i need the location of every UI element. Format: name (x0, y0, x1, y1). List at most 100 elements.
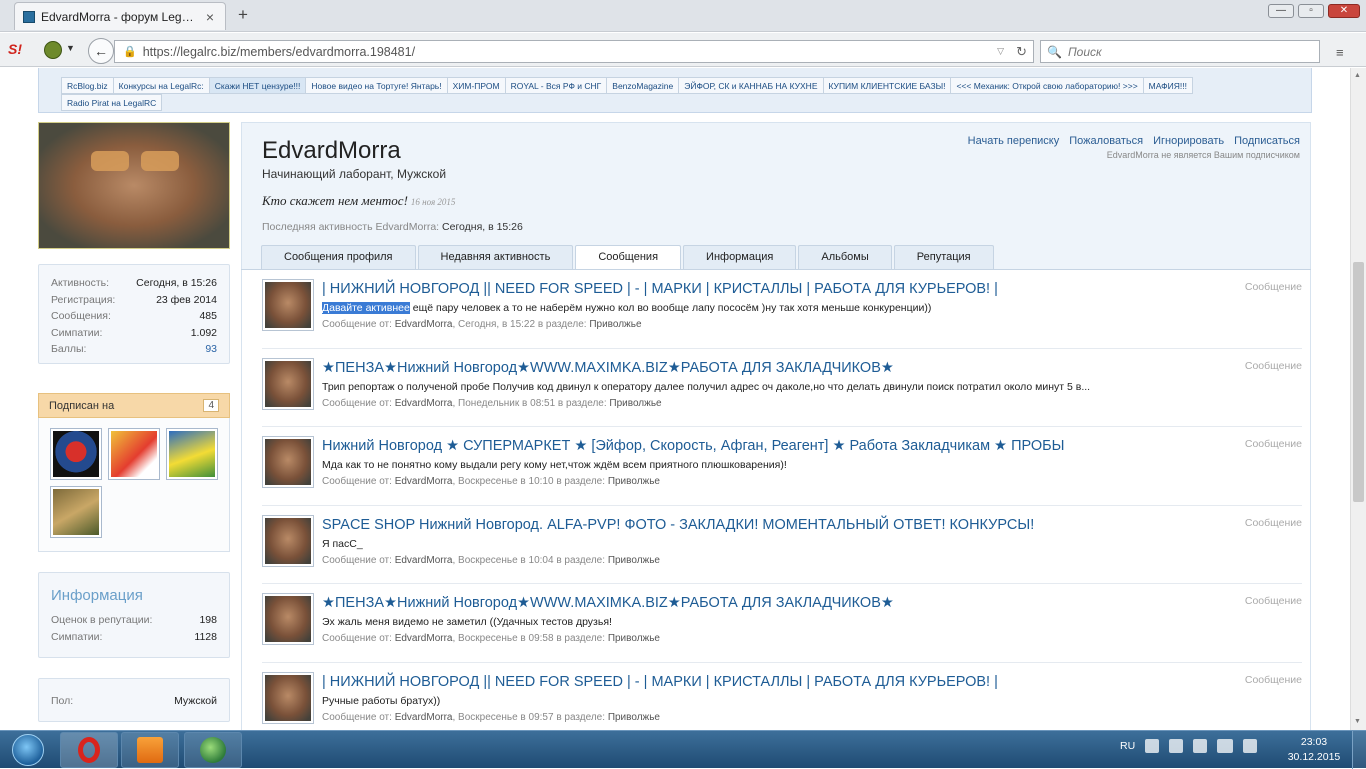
section-link[interactable]: Приволжье (609, 398, 661, 409)
result-title-link[interactable]: Нижний Новгород ★ СУПЕРМАРКЕТ ★ [Эйфор, … (322, 438, 1065, 454)
result-avatar[interactable] (262, 514, 314, 567)
partner-link[interactable]: ROYAL - Вся РФ и СНГ (504, 77, 608, 94)
result-title-link[interactable]: | НИЖНИЙ НОВГОРОД || NEED FOR SPEED | - … (322, 281, 998, 297)
network-app-taskbar-button[interactable] (184, 732, 242, 768)
subscribed-avatar[interactable] (166, 428, 218, 480)
opera-taskbar-button[interactable] (60, 732, 118, 768)
result-avatar[interactable] (262, 593, 314, 645)
profile-tab[interactable]: Репутация (893, 245, 994, 269)
partner-link[interactable]: <<< Механик: Открой свою лабораторию! >>… (950, 77, 1144, 94)
flag-icon[interactable] (1169, 739, 1184, 753)
profile-tab[interactable]: Недавняя активность (417, 245, 574, 269)
profile-avatar[interactable] (38, 122, 230, 249)
result-avatar[interactable] (262, 279, 314, 331)
result-avatar[interactable] (262, 671, 314, 724)
profile-tab[interactable]: Альбомы (798, 245, 892, 269)
partner-link[interactable]: Скажи НЕТ цензуре!!! (208, 77, 307, 94)
new-tab-button[interactable]: + (234, 5, 252, 25)
meta-time: , Сегодня, в 15:22 в разделе: (452, 319, 587, 330)
result-title-link[interactable]: ★ПЕНЗА★Нижний Новгород★WWW.MAXIMKA.BIZ★Р… (322, 360, 894, 376)
address-bar[interactable]: 🔒 https://legalrc.biz/members/edvardmorr… (114, 40, 1034, 63)
partner-link[interactable]: RcBlog.biz (61, 77, 114, 94)
close-window-button[interactable]: ✕ (1328, 4, 1360, 18)
partner-link[interactable]: Конкурсы на LegalRc: (112, 77, 210, 94)
url-text[interactable]: https://legalrc.biz/members/edvardmorra.… (143, 45, 991, 59)
close-tab-icon[interactable]: × (203, 9, 217, 25)
gender-value: Мужской (174, 695, 217, 707)
meta-label: Сообщение от: (322, 397, 392, 409)
chevron-down-icon[interactable]: ▼ (66, 43, 75, 53)
scrollbar-thumb[interactable] (1353, 262, 1364, 502)
info-box: Информация Оценок в репутации: 198 Симпати… (38, 572, 230, 658)
result-avatar[interactable] (262, 357, 314, 410)
section-link[interactable]: Приволжье (608, 633, 660, 644)
partner-link[interactable]: BenzoMagazine (606, 77, 680, 94)
result-avatar[interactable] (262, 436, 314, 488)
section-link[interactable]: Приволжье (608, 476, 660, 487)
result-title-link[interactable]: SPACE SHOP Нижний Новгород. ALFA-PVP! ФО… (322, 517, 1034, 533)
message-result: SPACE SHOP Нижний Новгород. ALFA-PVP! ФО… (262, 506, 1302, 584)
menu-icon[interactable]: ≡ (1336, 45, 1344, 60)
snippet-text: Трип репортаж о полученой пробе Получив … (322, 380, 1091, 393)
partner-link[interactable]: Radio Pirat на LegalRC (61, 94, 163, 111)
start-button[interactable] (4, 732, 52, 768)
profile-action-link[interactable]: Подписаться (1234, 135, 1300, 147)
clock[interactable]: 23:03 30.12.2015 (1284, 735, 1344, 765)
author-link[interactable]: EdvardMorra (395, 712, 453, 723)
author-link[interactable]: EdvardMorra (395, 633, 453, 644)
result-type: Сообщение (1244, 673, 1302, 686)
device-icon[interactable] (1193, 739, 1208, 753)
stat-value[interactable]: 93 (205, 341, 217, 358)
profile-action-link[interactable]: Начать переписку (968, 135, 1060, 147)
signal-icon[interactable] (1217, 739, 1234, 753)
author-link[interactable]: EdvardMorra (395, 476, 453, 487)
profile-tab[interactable]: Информация (683, 245, 797, 269)
browser-tab[interactable]: EdvardMorra - форум Leg… × (14, 2, 226, 30)
avatar-image (265, 674, 311, 721)
section-link[interactable]: Приволжье (589, 319, 641, 330)
vk-icon[interactable] (1145, 739, 1160, 753)
section-link[interactable]: Приволжье (608, 712, 660, 723)
profile-tab[interactable]: Сообщения профиля (261, 245, 416, 269)
result-meta: Сообщение от: EdvardMorra, Воскресенье в… (322, 555, 660, 566)
reload-icon[interactable]: ↻ (1016, 44, 1027, 60)
result-meta: Сообщение от: EdvardMorra, Воскресенье в… (322, 633, 660, 644)
minimize-button[interactable]: — (1268, 4, 1294, 18)
globe-icon (200, 737, 226, 763)
maximize-button[interactable]: ▫ (1298, 4, 1324, 18)
result-title-link[interactable]: | НИЖНИЙ НОВГОРОД || NEED FOR SPEED | - … (322, 674, 998, 690)
scroll-up-icon[interactable]: ▲ (1354, 72, 1361, 79)
volume-icon[interactable] (1243, 739, 1258, 753)
subscribed-avatar[interactable] (108, 428, 160, 480)
scroll-down-icon[interactable]: ▼ (1354, 718, 1361, 725)
partner-link[interactable]: ЭЙФОР, СК и КАННАБ НА КУХНЕ (678, 77, 824, 94)
back-button[interactable]: ← (88, 38, 114, 64)
result-type: Сообщение (1244, 281, 1302, 293)
show-desktop-button[interactable] (1352, 731, 1366, 769)
profile-action-link[interactable]: Пожаловаться (1069, 135, 1143, 147)
profile-tab[interactable]: Сообщения (575, 245, 682, 270)
speed-dial-icon[interactable]: S! (8, 41, 22, 57)
profile-action-link[interactable]: Игнорировать (1153, 135, 1224, 147)
section-link[interactable]: Приволжье (608, 555, 660, 566)
author-link[interactable]: EdvardMorra (395, 555, 453, 566)
stat-row: Активность: Сегодня, в 15:26 (39, 275, 229, 292)
partner-link[interactable]: МАФИЯ!!! (1142, 77, 1193, 94)
user-status: Кто скажет нем ментос! 16 ноя 2015 (262, 193, 455, 209)
partner-link[interactable]: ХИМ-ПРОМ (446, 77, 506, 94)
page-scrollbar[interactable]: ▲ ▼ (1350, 68, 1366, 730)
author-link[interactable]: EdvardMorra (395, 319, 453, 330)
stat-value: Сегодня, в 15:26 (136, 277, 217, 289)
author-link[interactable]: EdvardMorra (395, 398, 453, 409)
search-icon: 🔍 (1047, 44, 1062, 59)
result-title-link[interactable]: ★ПЕНЗА★Нижний Новгород★WWW.MAXIMKA.BIZ★Р… (322, 595, 894, 611)
history-dropdown-icon[interactable]: ▽ (997, 46, 1004, 57)
partner-link[interactable]: Новое видео на Тортуге! Янтарь! (305, 77, 448, 94)
partner-link[interactable]: КУПИМ КЛИЕНТСКИЕ БАЗЫ! (822, 77, 952, 94)
media-player-taskbar-button[interactable] (121, 732, 179, 768)
subscribed-avatar[interactable] (50, 428, 102, 480)
language-indicator[interactable]: RU (1120, 740, 1135, 752)
search-input[interactable]: 🔍 Поиск (1040, 40, 1320, 63)
subscribed-avatar[interactable] (50, 486, 102, 538)
extension-icon[interactable] (44, 41, 62, 59)
